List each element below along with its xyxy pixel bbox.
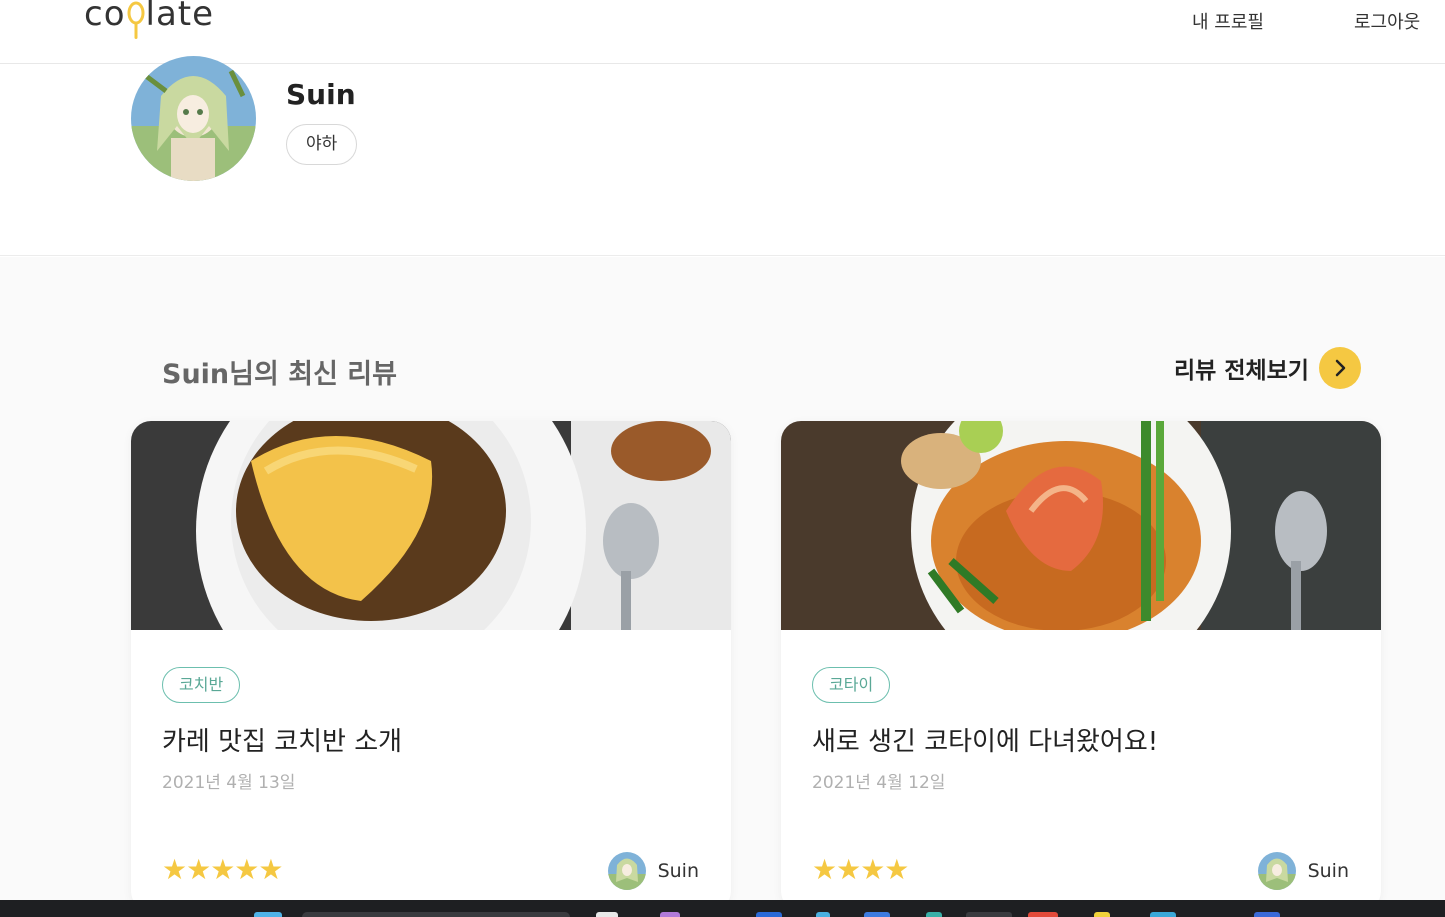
author-avatar [1257, 852, 1296, 890]
taskbar-app-icon[interactable] [1028, 912, 1058, 917]
review-title[interactable]: 카레 맛집 코치반 소개 [162, 721, 402, 758]
review-date: 2021년 4월 12일 [812, 773, 946, 793]
top-nav-bar: co late 내 프로필 로그아웃 [0, 0, 1445, 64]
review-card[interactable]: 코타이 새로 생긴 코타이에 다녀왔어요! 2021년 4월 12일 ★★★★ … [781, 421, 1381, 911]
taskbar-app-icon[interactable] [926, 912, 942, 917]
star-rating: ★★★★ [812, 853, 909, 886]
taskbar-app-icon[interactable] [756, 912, 782, 917]
review-title[interactable]: 새로 생긴 코타이에 다녀왔어요! [812, 721, 1158, 758]
my-profile-link[interactable]: 내 프로필 [1192, 8, 1264, 34]
review-author: Suin [607, 852, 699, 890]
taskbar-app-icon[interactable] [1254, 912, 1280, 917]
taskbar-app-icon[interactable] [1150, 912, 1176, 917]
os-taskbar [0, 900, 1445, 917]
profile-avatar [131, 56, 256, 181]
review-card[interactable]: 코치반 카레 맛집 코치반 소개 2021년 4월 13일 ★★★★★ Suin [131, 421, 731, 911]
reviews-section-title: Suin님의 최신 리뷰 [162, 359, 397, 390]
spoon-logo-icon [127, 1, 145, 39]
author-avatar [607, 852, 646, 890]
star-rating: ★★★★★ [162, 853, 284, 886]
search-bar[interactable] [302, 912, 570, 917]
see-all-reviews-label: 리뷰 전체보기 [1174, 358, 1309, 384]
profile-section: Suin 야하 [0, 56, 1445, 256]
taskbar-app-icon[interactable] [864, 912, 890, 917]
taskbar-app-icon[interactable] [816, 912, 830, 917]
author-name: Suin [657, 860, 699, 882]
start-icon[interactable] [254, 912, 282, 917]
review-food-image [131, 421, 731, 630]
chevron-right-icon[interactable] [1318, 347, 1361, 389]
taskbar-app-icon[interactable] [596, 912, 618, 917]
see-all-reviews-button[interactable]: 리뷰 전체보기 [1174, 347, 1361, 389]
author-name: Suin [1307, 860, 1349, 882]
restaurant-tag[interactable]: 코치반 [162, 667, 241, 703]
review-date: 2021년 4월 13일 [162, 773, 296, 793]
logout-link[interactable]: 로그아웃 [1354, 8, 1420, 34]
coolate-logo[interactable]: co late [84, 0, 214, 39]
profile-name: Suin [286, 78, 356, 111]
restaurant-tag[interactable]: 코타이 [812, 667, 891, 703]
taskbar-app-icon[interactable] [660, 912, 680, 917]
review-food-image [781, 421, 1381, 630]
profile-bio-badge: 야하 [286, 124, 358, 165]
latest-reviews-section: Suin님의 최신 리뷰 리뷰 전체보기 코치반 카레 맛집 코치반 소개 20 [0, 257, 1445, 911]
chrome-icon[interactable] [966, 912, 1012, 917]
review-author: Suin [1257, 852, 1349, 890]
taskbar-app-icon[interactable] [1094, 912, 1110, 917]
